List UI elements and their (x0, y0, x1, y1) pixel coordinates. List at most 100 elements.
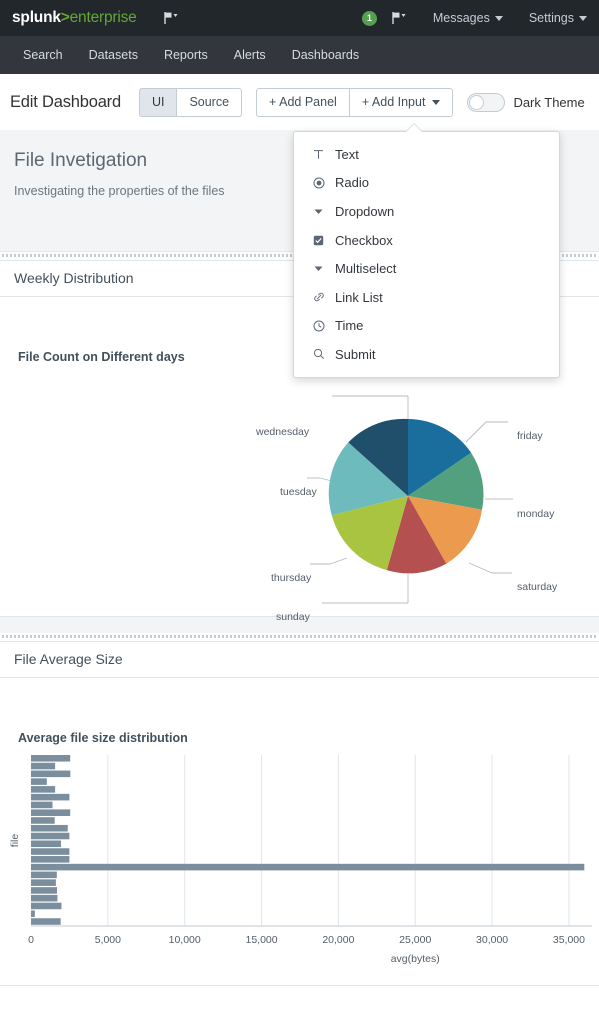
menu-item-label: Checkbox (335, 233, 393, 248)
menu-item-dropdown[interactable]: Dropdown (294, 197, 559, 226)
bar[interactable] (31, 794, 69, 801)
menu-item-label: Submit (335, 347, 375, 362)
menu-item-label: Time (335, 318, 363, 333)
bar[interactable] (31, 809, 70, 816)
panel-input-row (0, 678, 599, 717)
bar[interactable] (31, 879, 56, 886)
menu-item-time[interactable]: Time (294, 312, 559, 341)
splunk-logo[interactable]: splunk>enterprise (12, 9, 137, 27)
settings-menu-label: Settings (529, 11, 574, 25)
bar[interactable] (31, 786, 55, 793)
bar[interactable] (31, 887, 57, 894)
x-tick-label: 35,000 (553, 934, 585, 946)
dark-theme-control[interactable]: Dark Theme (467, 93, 584, 112)
bar[interactable] (31, 848, 69, 855)
chevron-down-icon (579, 16, 587, 21)
add-buttons-group: + Add Panel + Add Input (256, 88, 453, 117)
dark-theme-label: Dark Theme (513, 95, 584, 110)
bar-chart-title: Average file size distribution (0, 717, 599, 745)
add-input-dropdown-menu: Text Radio Dropdown Checkbox Multiselect… (293, 131, 560, 378)
nav-item-search[interactable]: Search (10, 36, 76, 74)
x-tick-label: 5,000 (95, 934, 121, 946)
pie-label-wednesday: wednesday (256, 426, 309, 438)
nav-item-datasets[interactable]: Datasets (76, 36, 151, 74)
messages-menu[interactable]: Messages (433, 11, 503, 25)
add-input-button-label: + Add Input (362, 95, 426, 109)
panel-title: File Average Size (0, 642, 599, 678)
pie-label-saturday: saturday (517, 581, 557, 593)
menu-item-radio[interactable]: Radio (294, 169, 559, 198)
app-header-bar: splunk>enterprise 1 Messages Settings (0, 0, 599, 36)
edit-dashboard-toolbar: Edit Dashboard UI Source + Add Panel + A… (0, 74, 599, 130)
settings-menu[interactable]: Settings (529, 11, 587, 25)
bar[interactable] (31, 918, 61, 925)
app-header-right-group: 1 Messages Settings (362, 11, 587, 26)
add-panel-button[interactable]: + Add Panel (256, 88, 350, 117)
chevron-down-icon (310, 206, 327, 217)
panel-drop-separator (2, 633, 597, 641)
pie-label-sunday: sunday (276, 611, 310, 623)
chevron-down-icon (432, 100, 440, 105)
pie-chart[interactable]: wednesday tuesday thursday sunday friday… (0, 364, 599, 616)
ui-mode-button[interactable]: UI (139, 88, 178, 117)
bar[interactable] (31, 903, 61, 910)
x-tick-label: 25,000 (399, 934, 431, 946)
x-axis-title: avg(bytes) (391, 953, 440, 965)
bar[interactable] (31, 755, 70, 762)
bar[interactable] (31, 856, 69, 863)
bar[interactable] (31, 771, 70, 778)
bar[interactable] (31, 802, 53, 809)
x-tick-label: 20,000 (322, 934, 354, 946)
bar[interactable] (31, 833, 69, 840)
ui-source-toggle-group: UI Source (139, 88, 242, 117)
bar[interactable] (31, 817, 55, 824)
page-title: Edit Dashboard (10, 93, 121, 112)
menu-item-label: Multiselect (335, 261, 396, 276)
menu-item-label: Dropdown (335, 204, 394, 219)
nav-item-dashboards[interactable]: Dashboards (279, 36, 372, 74)
menu-item-label: Link List (335, 290, 383, 305)
link-icon (310, 291, 327, 303)
pie-label-tuesday: tuesday (280, 486, 317, 498)
bar[interactable] (31, 763, 55, 770)
x-tick-label: 10,000 (169, 934, 201, 946)
flag-dropdown-icon[interactable] (163, 11, 179, 25)
menu-item-submit[interactable]: Submit (294, 340, 559, 369)
menu-item-label: Radio (335, 175, 369, 190)
pie-label-thursday: thursday (271, 572, 311, 584)
bar[interactable] (31, 872, 57, 879)
bar[interactable] (31, 864, 584, 871)
bar[interactable] (31, 825, 68, 832)
pie-slices (329, 419, 484, 574)
toggle-knob (469, 95, 484, 110)
bar[interactable] (31, 910, 35, 917)
bar[interactable] (31, 895, 57, 902)
nav-item-reports[interactable]: Reports (151, 36, 221, 74)
x-tick-label: 30,000 (476, 934, 508, 946)
bar-chart[interactable]: 05,00010,00015,00020,00025,00030,00035,0… (0, 745, 599, 985)
bar[interactable] (31, 841, 61, 848)
logo-text-caret: > (61, 9, 70, 27)
source-mode-button[interactable]: Source (177, 88, 242, 117)
clock-icon (310, 320, 327, 332)
menu-item-link-list[interactable]: Link List (294, 283, 559, 312)
add-input-button[interactable]: + Add Input (350, 88, 454, 117)
logo-text-enterprise: enterprise (70, 9, 137, 27)
pie-label-monday: monday (517, 508, 554, 520)
logo-text-splunk: splunk (12, 9, 61, 27)
menu-item-text[interactable]: Text (294, 140, 559, 169)
notification-badge[interactable]: 1 (362, 11, 377, 26)
chevron-down-icon (495, 16, 503, 21)
chevron-down-icon (310, 263, 327, 274)
text-icon (310, 149, 327, 160)
nav-item-alerts[interactable]: Alerts (221, 36, 279, 74)
flag-status-icon[interactable] (391, 11, 407, 25)
dark-theme-toggle[interactable] (467, 93, 505, 112)
menu-item-checkbox[interactable]: Checkbox (294, 226, 559, 255)
menu-item-label: Text (335, 147, 359, 162)
messages-menu-label: Messages (433, 11, 490, 25)
search-icon (310, 348, 327, 360)
menu-item-multiselect[interactable]: Multiselect (294, 254, 559, 283)
bar[interactable] (31, 778, 47, 785)
y-axis-title: file (9, 834, 21, 848)
